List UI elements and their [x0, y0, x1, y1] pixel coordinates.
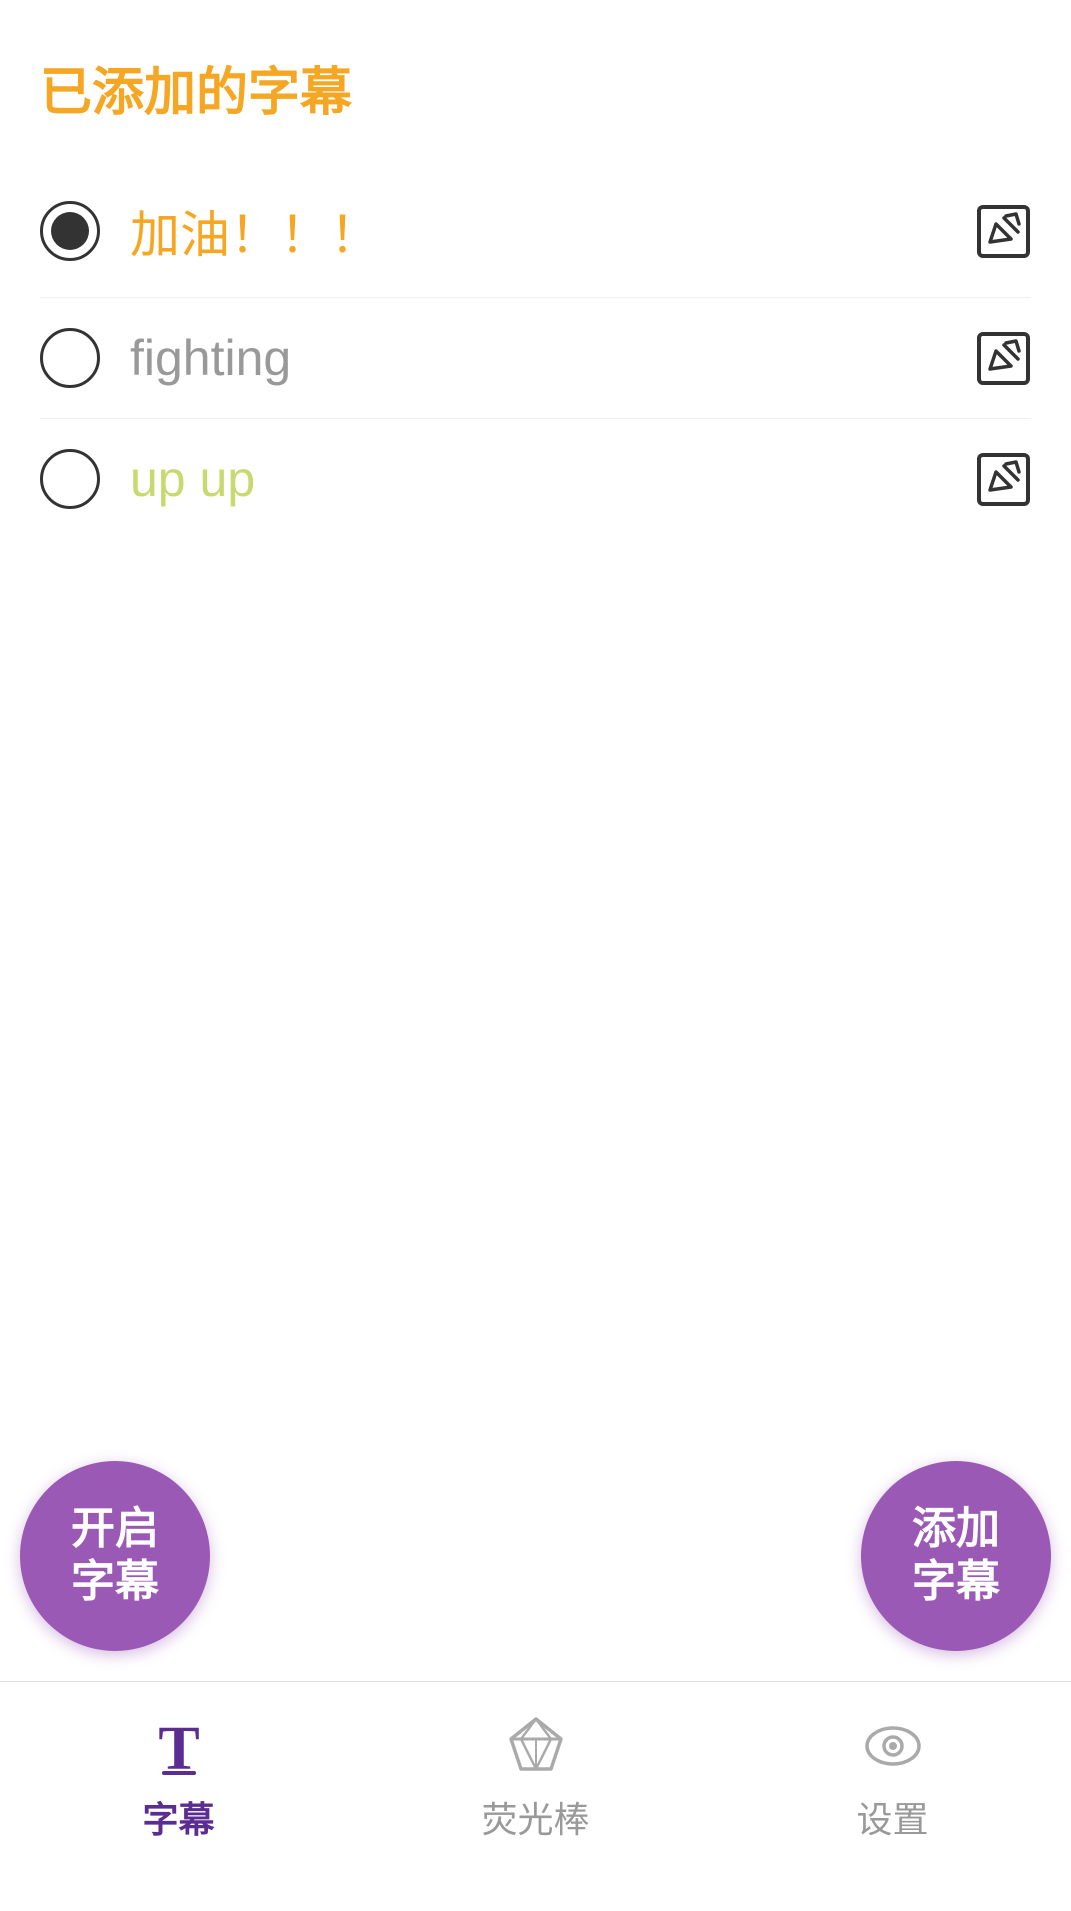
tab-settings[interactable]: 设置: [714, 1711, 1071, 1843]
settings-tab-label: 设置: [856, 1791, 928, 1843]
subtitle-tab-icon: T: [144, 1711, 214, 1781]
subtitle-item-2: fighting: [40, 298, 1031, 419]
start-subtitle-label: 开启字幕: [71, 1503, 159, 1609]
section-title: 已添加的字幕: [40, 50, 1031, 125]
subtitle-item-3: up up: [40, 419, 1031, 539]
tab-bar: T 字幕 荧光棒: [0, 1681, 1071, 1911]
glow-tab-icon: [501, 1711, 571, 1781]
tab-glow[interactable]: 荧光棒: [357, 1711, 714, 1843]
subtitle-left-3: up up: [40, 449, 255, 509]
settings-tab-icon: [858, 1711, 928, 1781]
radio-button-1[interactable]: [40, 201, 100, 261]
subtitle-text-1: 加油！！！: [130, 195, 380, 267]
subtitle-left-1: 加油！！！: [40, 195, 380, 267]
subtitle-tab-label: 字幕: [142, 1791, 214, 1843]
subtitle-text-2: fighting: [130, 329, 291, 387]
subtitle-item-1: 加油！！！: [40, 165, 1031, 298]
subtitle-text-3: up up: [130, 450, 255, 508]
start-subtitle-button[interactable]: 开启字幕: [20, 1461, 210, 1651]
tab-subtitle[interactable]: T 字幕: [0, 1711, 357, 1843]
glow-tab-label: 荧光棒: [481, 1791, 589, 1843]
subtitle-list: 加油！！！ fighting: [40, 165, 1031, 539]
edit-icon-3[interactable]: [976, 452, 1031, 507]
edit-icon-2[interactable]: [976, 331, 1031, 386]
radio-button-3[interactable]: [40, 449, 100, 509]
radio-button-2[interactable]: [40, 328, 100, 388]
edit-icon-1[interactable]: [976, 204, 1031, 259]
subtitle-left-2: fighting: [40, 328, 291, 388]
floating-buttons: 开启字幕 添加字幕: [0, 1461, 1071, 1651]
add-subtitle-button[interactable]: 添加字幕: [861, 1461, 1051, 1651]
add-subtitle-label: 添加字幕: [912, 1503, 1000, 1609]
